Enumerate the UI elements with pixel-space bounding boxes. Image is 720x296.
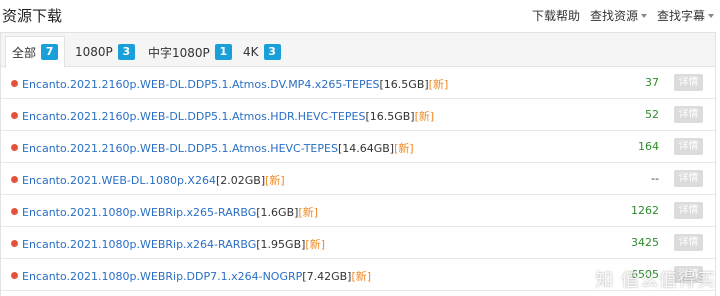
count-badge: 3 (117, 44, 135, 60)
file-size: [7.42GB] (302, 270, 352, 283)
page-title: 资源下载 (2, 7, 63, 25)
tab-all[interactable]: 全部 7 (5, 36, 66, 68)
new-tag: [新] (351, 270, 372, 283)
magnet-icon (11, 176, 18, 183)
resource-name[interactable]: Encanto.2021.1080p.WEBRip.x265-RARBG[1.6… (22, 204, 318, 220)
details-button[interactable]: 详情 (674, 234, 703, 251)
tab-label: 中字1080P (148, 45, 210, 60)
header-actions: 下载帮助 查找资源 查找字幕 (532, 7, 714, 24)
list-item: Encanto.2021.2160p.WEB-DL.DDP5.1.Atmos.D… (1, 67, 715, 99)
count-badge: 7 (41, 44, 59, 60)
list-item: Encanto.2021.1080p.WEBRip.x265-RARBG[1.6… (1, 195, 715, 227)
tab-label: 4K (243, 45, 259, 59)
tab-4k[interactable]: 4K 3 (237, 36, 287, 68)
details-button[interactable]: 详情 (674, 106, 703, 123)
new-tag: [新] (265, 174, 285, 187)
new-tag: [新] (394, 142, 414, 155)
resource-link[interactable]: Encanto.2021.WEB-DL.1080p.X264 (22, 174, 216, 187)
watermark: 知 值么值得买 (595, 270, 716, 291)
new-tag: [新] (428, 78, 449, 91)
find-subtitle-label: 查找字幕 (656, 9, 705, 23)
tab-1080p[interactable]: 1080P 3 (69, 36, 141, 68)
file-size: [16.5GB] (365, 110, 415, 123)
resource-name[interactable]: Encanto.2021.1080p.WEBRip.x264-RARBG[1.9… (22, 236, 325, 252)
magnet-icon (11, 80, 18, 87)
download-count: 37 (645, 76, 659, 89)
download-count: 1262 (631, 204, 659, 217)
download-help-link[interactable]: 下载帮助 (532, 7, 580, 24)
list-item: Encanto.2021.1080p.WEBRip.x264-RARBG[1.9… (1, 227, 715, 259)
magnet-icon (11, 144, 18, 151)
find-resource-dropdown[interactable]: 查找资源 (590, 7, 647, 24)
tab-label: 全部 (12, 45, 37, 60)
resource-name[interactable]: Encanto.2021.2160p.WEB-DL.DDP5.1.Atmos.H… (22, 108, 434, 124)
resource-name[interactable]: Encanto.2021.2160p.WEB-DL.DDP5.1.Atmos.H… (22, 140, 414, 156)
resource-link[interactable]: Encanto.2021.2160p.WEB-DL.DDP5.1.Atmos.H… (22, 142, 338, 155)
file-size: [2.02GB] (215, 174, 266, 187)
magnet-icon (11, 272, 18, 279)
resource-name[interactable]: Encanto.2021.1080p.WEBRip.DDP7.1.x264-NO… (22, 268, 371, 284)
magnet-icon (11, 112, 18, 119)
resource-link[interactable]: Encanto.2021.1080p.WEBRip.DDP7.1.x264-NO… (22, 270, 302, 283)
details-button[interactable]: 详情 (674, 170, 703, 187)
caret-down-icon (708, 13, 714, 18)
resource-name[interactable]: Encanto.2021.WEB-DL.1080p.X264[2.02GB][新… (22, 172, 285, 188)
file-size: [1.6GB] (256, 206, 299, 219)
download-count: 3425 (631, 236, 659, 249)
new-tag: [新] (414, 110, 435, 123)
list-item: Encanto.2021.WEB-DL.1080p.X264[2.02GB][新… (1, 163, 715, 195)
count-badge: 3 (263, 44, 281, 60)
new-tag: [新] (298, 206, 319, 219)
file-size: [14.64GB] (337, 142, 395, 155)
count-badge: 1 (214, 44, 232, 60)
find-resource-label: 查找资源 (589, 9, 638, 23)
magnet-icon (11, 208, 18, 215)
find-subtitle-dropdown[interactable]: 查找字幕 (657, 7, 714, 24)
resource-link[interactable]: Encanto.2021.2160p.WEB-DL.DDP5.1.Atmos.H… (22, 110, 365, 123)
resource-link[interactable]: Encanto.2021.1080p.WEBRip.x264-RARBG (22, 238, 256, 251)
file-size: [1.95GB] (256, 238, 306, 251)
tab-label: 1080P (75, 45, 113, 59)
list-item: Encanto.2021.2160p.WEB-DL.DDP5.1.Atmos.H… (1, 99, 715, 131)
new-tag: [新] (305, 238, 326, 251)
file-size: [16.5GB] (379, 78, 429, 91)
download-help-label: 下载帮助 (531, 9, 580, 23)
resource-link[interactable]: Encanto.2021.2160p.WEB-DL.DDP5.1.Atmos.D… (22, 78, 380, 91)
details-button[interactable]: 详情 (674, 202, 703, 219)
magnet-icon (11, 240, 18, 247)
details-button[interactable]: 详情 (674, 138, 703, 155)
resource-panel: 全部 7 1080P 3 中字1080P 1 4K 3 Encanto.2021… (0, 32, 716, 296)
resource-name[interactable]: Encanto.2021.2160p.WEB-DL.DDP5.1.Atmos.D… (22, 76, 448, 92)
download-count: 52 (645, 108, 659, 121)
download-count: -- (651, 172, 659, 185)
download-count: 164 (638, 140, 659, 153)
details-button[interactable]: 详情 (674, 74, 703, 91)
list-item: Encanto.2021.2160p.WEB-DL.DDP5.1.Atmos.H… (1, 131, 715, 163)
caret-down-icon (640, 13, 647, 18)
resource-link[interactable]: Encanto.2021.1080p.WEBRip.x265-RARBG (22, 206, 256, 219)
tab-zh-1080p[interactable]: 中字1080P 1 (142, 36, 238, 68)
tab-bar: 全部 7 1080P 3 中字1080P 1 4K 3 (1, 33, 715, 68)
